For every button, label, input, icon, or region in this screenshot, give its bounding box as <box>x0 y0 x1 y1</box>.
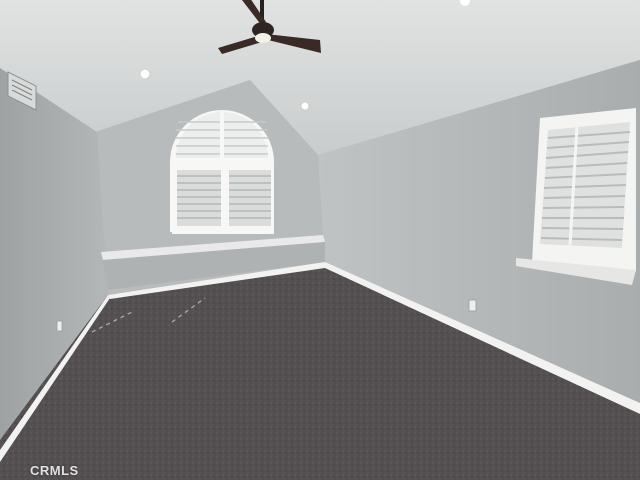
power-outlet-icon <box>468 299 477 312</box>
arched-window <box>170 110 274 234</box>
watermark: CRMLS <box>30 463 79 478</box>
room-photo: CRMLS <box>0 0 640 480</box>
room-illustration <box>0 0 640 480</box>
recessed-light-icon <box>139 68 151 80</box>
recessed-light-icon <box>300 101 310 111</box>
power-outlet-icon <box>56 320 63 332</box>
